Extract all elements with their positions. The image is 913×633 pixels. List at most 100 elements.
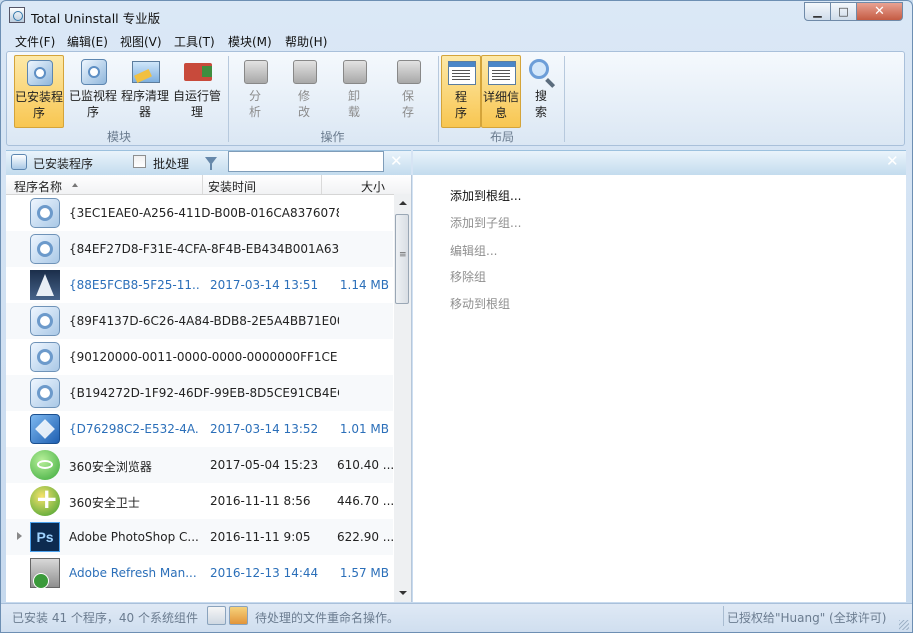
- scroll-down-icon[interactable]: [394, 585, 411, 602]
- remove-group[interactable]: 移除组: [450, 268, 486, 285]
- ribbon-toolbar: 已安装程 序 已监视程 序 程序清理 器 自运行管 理 模块 分 析 修 改 卸…: [6, 51, 905, 146]
- menu-edit[interactable]: 编辑(E): [67, 33, 108, 50]
- status-separator: [723, 606, 724, 626]
- menu-file[interactable]: 文件(F): [15, 33, 55, 50]
- program-name: 360安全卫士: [69, 496, 140, 510]
- menu-modules[interactable]: 模块(M): [228, 33, 272, 50]
- column-name[interactable]: 程序名称: [14, 178, 62, 195]
- program-name: {3EC1EAE0-A256-411D-B00B-016CA8376078}: [69, 206, 339, 220]
- batch-checkbox[interactable]: [133, 155, 146, 168]
- install-date: 2017-05-04 15:23: [210, 458, 319, 472]
- analyze-button[interactable]: 分 析: [230, 55, 280, 128]
- list-item[interactable]: 360安全卫士 2016-11-11 8:56 446.70 ...: [6, 482, 395, 519]
- program-cleaner-button[interactable]: 程序清理 器: [120, 55, 170, 128]
- filter-icon[interactable]: [205, 157, 217, 170]
- status-pending-operations: 待处理的文件重命名操作。: [255, 611, 400, 625]
- scroll-up-icon[interactable]: [394, 194, 411, 211]
- batch-checkbox-label[interactable]: 批处理: [153, 155, 189, 172]
- ribbon-separator: [438, 56, 439, 142]
- cd-icon: [30, 306, 60, 336]
- details-layout-button[interactable]: 详细信 息: [481, 55, 521, 128]
- autorun-manager-icon: [181, 57, 213, 87]
- save-icon: [392, 57, 424, 87]
- minimize-button[interactable]: ▁: [804, 2, 831, 21]
- program-name: Adobe Refresh Man...: [69, 566, 197, 580]
- ribbon-separator: [564, 56, 565, 142]
- list-item[interactable]: {3EC1EAE0-A256-411D-B00B-016CA8376078}: [6, 195, 393, 231]
- menu-tools[interactable]: 工具(T): [174, 33, 215, 50]
- list-item[interactable]: {90120000-0011-0000-0000-0000000FF1CE}: [6, 339, 393, 375]
- uninstall-icon: [338, 57, 370, 87]
- column-size[interactable]: 大小: [361, 178, 385, 195]
- program-size: 622.90 ...: [337, 530, 395, 544]
- modify-icon: [288, 57, 320, 87]
- details-close-icon[interactable]: ✕: [886, 152, 899, 170]
- cd-icon: [30, 342, 60, 372]
- program-size: 446.70 ...: [337, 494, 395, 508]
- search-button[interactable]: 搜 索: [522, 55, 560, 128]
- menu-help[interactable]: 帮助(H): [285, 33, 327, 50]
- installed-programs-icon: [11, 154, 27, 170]
- program-size: 1.14 MB: [339, 278, 389, 292]
- move-to-root-group[interactable]: 移动到根组: [450, 295, 510, 312]
- group-label-modules: 模块: [106, 130, 131, 144]
- installed-programs-button[interactable]: 已安装程 序: [14, 55, 64, 128]
- app-icon: [9, 7, 25, 23]
- monitored-programs-button[interactable]: 已监视程 序: [68, 55, 118, 128]
- install-date: 2017-03-14 13:52: [210, 422, 319, 436]
- expand-arrow-icon[interactable]: [17, 532, 22, 540]
- menu-view[interactable]: 视图(V): [120, 33, 162, 50]
- install-date: 2017-03-14 13:51: [210, 278, 319, 292]
- column-divider[interactable]: [202, 175, 203, 194]
- program-size: 1.01 MB: [339, 422, 389, 436]
- cd-icon: [30, 378, 60, 408]
- list-item[interactable]: Adobe Refresh Man... 2016-12-13 14:44 1.…: [6, 555, 393, 591]
- program-layout-icon: [445, 58, 477, 88]
- menu-bar: 文件(F) 编辑(E) 视图(V) 工具(T) 模块(M) 帮助(H): [1, 31, 912, 51]
- list-item[interactable]: {88E5FCB8-5F25-11... 2017-03-14 13:51 1.…: [6, 267, 393, 303]
- add-to-subgroup[interactable]: 添加到子组...: [450, 214, 521, 231]
- list-header: 程序名称 安装时间 大小: [6, 175, 411, 195]
- status-program-count: 已安装 41 个程序，40 个系统组件: [12, 611, 198, 625]
- column-install-date[interactable]: 安装时间: [208, 178, 256, 195]
- clear-filter-close-icon[interactable]: ✕: [390, 152, 403, 170]
- monitored-programs-icon: [77, 57, 109, 87]
- modify-button[interactable]: 修 改: [279, 55, 329, 128]
- program-size: 610.40 ...: [337, 458, 395, 472]
- program-list: 程序名称 安装时间 大小 {3EC1EAE0-A256-411D-B00B-01…: [6, 175, 412, 602]
- maximize-button[interactable]: □: [830, 2, 857, 21]
- resize-grip-icon[interactable]: [899, 620, 909, 630]
- scroll-thumb[interactable]: [395, 214, 409, 304]
- list-item[interactable]: {84EF27D8-F31E-4CFA-8F4B-EB434B001A63}: [6, 231, 393, 267]
- column-divider[interactable]: [321, 175, 322, 194]
- list-item[interactable]: {D76298C2-E532-4A... 2017-03-14 13:52 1.…: [6, 411, 393, 447]
- edit-group[interactable]: 编辑组...: [450, 242, 497, 259]
- adobe-refresh-icon: [30, 558, 60, 589]
- installed-programs-icon: [23, 58, 55, 88]
- program-name: {88E5FCB8-5F25-11...: [69, 278, 199, 292]
- close-button[interactable]: ✕: [856, 2, 903, 21]
- title-bar: Total Uninstall 专业版 ▁ □ ✕: [1, 1, 912, 31]
- program-name: {89F4137D-6C26-4A84-BDB8-2E5A4BB71E00}: [69, 314, 339, 328]
- cd-icon: [30, 198, 60, 228]
- list-scrollbar[interactable]: [394, 194, 411, 602]
- details-layout-icon: [485, 58, 517, 88]
- program-layout-button[interactable]: 程 序: [441, 55, 481, 128]
- add-to-root-group[interactable]: 添加到根组...: [450, 187, 521, 204]
- list-item[interactable]: 360安全浏览器 2017-05-04 15:23 610.40 ...: [6, 447, 395, 483]
- install-date: 2016-11-11 8:56: [210, 494, 311, 508]
- list-item[interactable]: Ps Adobe PhotoShop C... 2016-11-11 9:05 …: [6, 519, 395, 555]
- list-item[interactable]: {B194272D-1F92-46DF-99EB-8D5CE91CB4EC}: [6, 375, 393, 411]
- autorun-manager-button[interactable]: 自运行管 理: [172, 55, 222, 128]
- app-window: Total Uninstall 专业版 ▁ □ ✕ 文件(F) 编辑(E) 视图…: [0, 0, 913, 633]
- uninstall-button[interactable]: 卸 载: [329, 55, 379, 128]
- safeguard-360-icon: [30, 482, 60, 516]
- program-cleaner-icon: [129, 57, 161, 87]
- save-button[interactable]: 保 存: [383, 55, 433, 128]
- filter-input[interactable]: [228, 151, 384, 172]
- list-item[interactable]: {89F4137D-6C26-4A84-BDB8-2E5A4BB71E00}: [6, 303, 393, 339]
- system-components-icon[interactable]: [207, 606, 226, 625]
- pending-rename-icon[interactable]: [229, 606, 248, 625]
- details-header-bar: ✕: [413, 150, 906, 175]
- browser-360-icon: [30, 450, 60, 480]
